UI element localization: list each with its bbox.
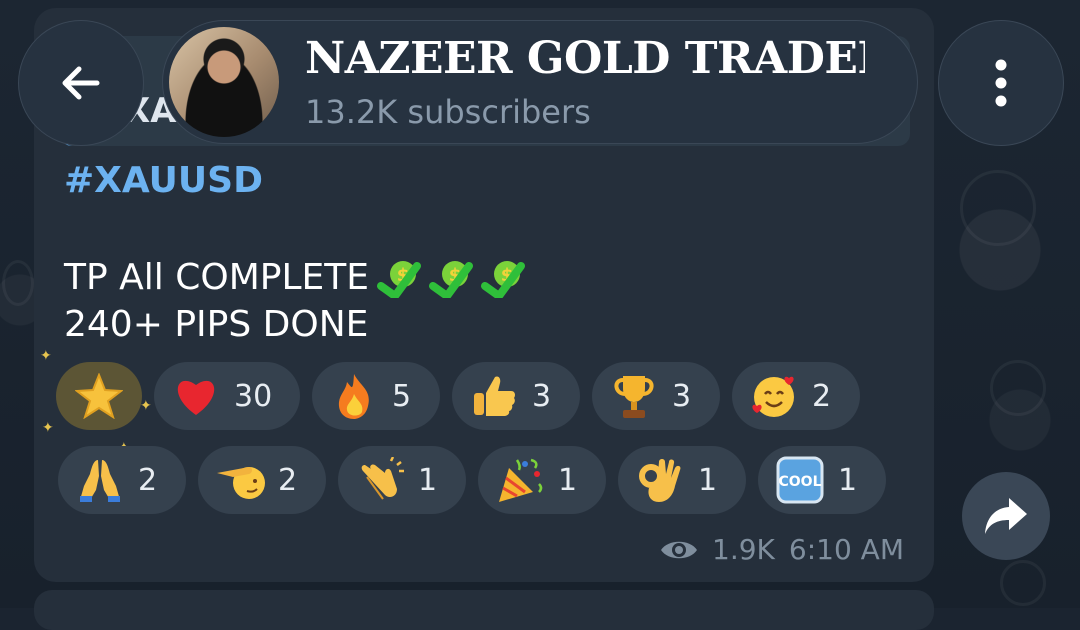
reaction-star-button[interactable] (56, 362, 142, 430)
reaction-saluting-hand-button[interactable]: 2 (198, 446, 326, 514)
reaction-count: 1 (838, 462, 858, 498)
message-text-2: 240+ PIPS DONE (64, 304, 369, 345)
party-popper-icon (499, 458, 543, 502)
ok-hand-icon (639, 459, 681, 502)
trophy-icon (614, 376, 654, 418)
reaction-count: 3 (672, 378, 692, 414)
message-time: 6:10 AM (788, 533, 904, 566)
sparkle-icon: ✦ (140, 398, 152, 414)
fire-icon (338, 374, 369, 419)
reaction-fire-button[interactable]: 5 (312, 362, 440, 430)
arrow-left-icon (62, 66, 100, 100)
red-heart-icon (177, 380, 215, 415)
forward-button[interactable] (962, 472, 1050, 560)
hashtag-link[interactable]: #XAUUSD (64, 160, 263, 201)
sparkle-icon: ✦ (40, 348, 52, 364)
channel-header[interactable]: NAZEER GOLD TRADER 13.2K subscribers (162, 20, 918, 144)
reaction-count: 5 (392, 378, 412, 414)
reaction-heart-button[interactable]: 30 (154, 362, 300, 430)
star-icon (75, 373, 123, 419)
reaction-clapping-button[interactable]: 1 (338, 446, 466, 514)
svg-text:COOL: COOL (779, 474, 822, 490)
message-meta: 1.9K 6:10 AM (660, 533, 904, 566)
money-with-wings-icon: $ (377, 261, 421, 298)
reaction-count: 2 (812, 378, 832, 414)
message-line-1: TP All COMPLETE $ $ $ (64, 256, 527, 298)
channel-avatar[interactable] (169, 27, 279, 137)
view-count: 1.9K (712, 533, 775, 566)
message-text-1: TP All COMPLETE (64, 256, 369, 298)
money-with-wings-icon: $ (481, 261, 525, 298)
subscriber-count: 13.2K subscribers (305, 93, 591, 131)
reaction-smiling-hearts-button[interactable]: 2 (732, 362, 860, 430)
folded-hands-icon (80, 460, 120, 502)
reaction-count: 30 (234, 378, 273, 414)
money-check-emojis: $ $ $ (371, 256, 527, 298)
reaction-folded-hands-button[interactable]: 2 (58, 446, 186, 514)
reaction-count: 2 (278, 462, 298, 498)
reaction-thumbs-up-button[interactable]: 3 (452, 362, 580, 430)
reaction-count: 3 (532, 378, 552, 414)
reaction-cool-button[interactable]: COOL 1 (758, 446, 886, 514)
message-line-2: 240+ PIPS DONE (64, 304, 368, 345)
eye-icon (661, 541, 698, 558)
channel-title: NAZEER GOLD TRADER (305, 33, 865, 84)
reaction-count: 1 (698, 462, 718, 498)
reaction-count: 1 (558, 462, 578, 498)
reaction-count: 1 (418, 462, 438, 498)
next-message-bubble[interactable] (34, 590, 934, 630)
reaction-party-popper-button[interactable]: 1 (478, 446, 606, 514)
vertical-dots-icon (995, 59, 1007, 107)
money-with-wings-icon: $ (429, 261, 473, 298)
more-options-button[interactable] (938, 20, 1064, 146)
back-button[interactable] (18, 20, 144, 146)
thumbs-up-icon (474, 376, 515, 416)
clapping-hands-icon (361, 457, 404, 500)
cool-button-icon: COOL (776, 456, 824, 504)
share-arrow-icon (985, 498, 1027, 534)
reaction-count: 2 (138, 462, 158, 498)
reaction-ok-hand-button[interactable]: 1 (618, 446, 746, 514)
saluting-hand-icon (217, 467, 265, 499)
sparkle-icon: ✦ (42, 420, 54, 436)
smiling-face-with-hearts-icon (752, 376, 794, 417)
reaction-trophy-button[interactable]: 3 (592, 362, 720, 430)
